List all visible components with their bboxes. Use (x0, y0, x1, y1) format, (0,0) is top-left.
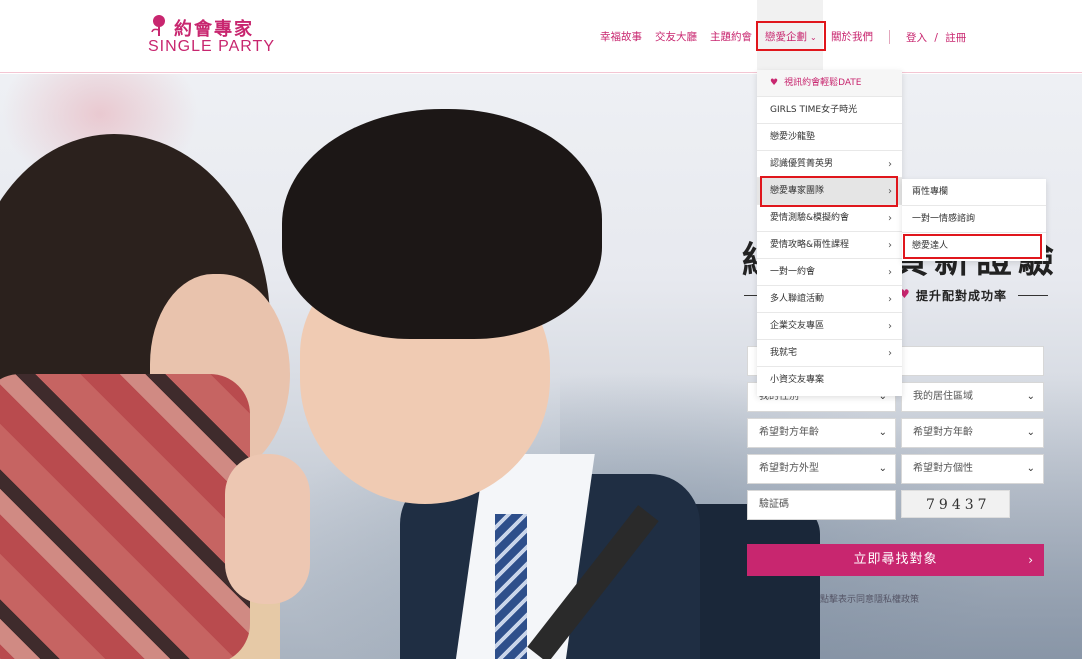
privacy-notice[interactable]: 點擊表示同意隱私權政策 (820, 592, 919, 605)
menu-item-homebody[interactable]: 我就宅 › (757, 340, 902, 367)
menu-item-video-date[interactable]: ♥ 視訊約會輕鬆DATE (757, 70, 902, 97)
man-tie (495, 514, 527, 659)
pref-personality-select[interactable]: 希望對方個性 ⌄ (901, 454, 1044, 484)
menu-item-label: 戀愛沙龍塾 (770, 132, 816, 142)
logo-english-text: SINGLE PARTY (148, 38, 275, 55)
woman-hands (225, 454, 310, 604)
annotation-box-submenu (903, 234, 1042, 259)
chevron-down-icon: ⌄ (1026, 427, 1035, 438)
menu-item-group-events[interactable]: 多人聯誼活動 › (757, 286, 902, 313)
pref-look-label: 希望對方外型 (759, 463, 819, 474)
search-submit-button[interactable]: 立即尋找對象 › (747, 544, 1044, 576)
chevron-right-icon: › (888, 213, 892, 224)
menu-item-label: 一對一約會 (770, 267, 816, 277)
woman-scarf (0, 374, 250, 659)
nav-theme-dating[interactable]: 主題約會 (710, 29, 752, 44)
chevron-right-icon: › (888, 348, 892, 359)
nav-dating-lobby[interactable]: 交友大廳 (655, 29, 697, 44)
pref-age-select-2[interactable]: 希望對方年齡 ⌄ (901, 418, 1044, 448)
menu-item-budget-dating[interactable]: 小資交友專案 (757, 367, 902, 394)
chevron-right-icon: › (888, 294, 892, 305)
my-area-select[interactable]: 我的居住區域 ⌄ (901, 382, 1044, 412)
menu-item-label: GIRLS TIME女子時光 (770, 105, 858, 115)
menu-item-label: 視訊約會輕鬆DATE (784, 78, 862, 88)
captcha-input[interactable]: 驗証碼 (747, 490, 896, 520)
chevron-down-icon: ⌄ (878, 463, 887, 474)
pref-age-select-1[interactable]: 希望對方年齡 ⌄ (747, 418, 896, 448)
menu-item-label: 小資交友專案 (770, 375, 825, 385)
submenu-item-gender-column[interactable]: 兩性專欄 (902, 179, 1046, 206)
auth-slash: / (934, 32, 938, 44)
menu-item-love-test[interactable]: 愛情測驗&模擬約會 › (757, 205, 902, 232)
hero-subheading: 提升配對成功率 (916, 289, 1008, 303)
nav-about-us[interactable]: 關於我們 (831, 29, 873, 44)
chevron-right-icon: › (1028, 553, 1034, 567)
menu-item-label: 我就宅 (770, 348, 798, 358)
chevron-right-icon: › (888, 321, 892, 332)
pref-age-label-1: 希望對方年齡 (759, 427, 819, 438)
annotation-box-menu (760, 176, 898, 207)
menu-item-love-salon[interactable]: 戀愛沙龍塾 (757, 124, 902, 151)
submenu-item-counseling[interactable]: 一對一情感諮詢 (902, 206, 1046, 233)
chevron-right-icon: › (888, 159, 892, 170)
site-header: 約會專家 SINGLE PARTY 幸福故事 交友大廳 主題約會 戀愛企劃 ⌄ 關… (0, 0, 1082, 73)
annotation-box-nav (756, 21, 826, 51)
menu-item-elite-men[interactable]: 認識優質菁英男 › (757, 151, 902, 178)
nav-happy-stories[interactable]: 幸福故事 (600, 29, 642, 44)
pref-look-select[interactable]: 希望對方外型 ⌄ (747, 454, 896, 484)
nav-divider (889, 30, 890, 44)
subheading-line-right (1018, 295, 1048, 296)
captcha-image[interactable]: 79437 (901, 490, 1010, 518)
menu-item-girls-time[interactable]: GIRLS TIME女子時光 (757, 97, 902, 124)
chevron-down-icon: ⌄ (1026, 463, 1035, 474)
pref-personality-label: 希望對方個性 (913, 463, 973, 474)
auth-links: 登入 / 註冊 (906, 30, 966, 45)
menu-item-enterprise[interactable]: 企業交友專區 › (757, 313, 902, 340)
menu-item-label: 愛情攻略&兩性課程 (770, 240, 850, 250)
my-area-label: 我的居住區域 (913, 391, 973, 402)
man-hair (282, 109, 602, 339)
submit-label: 立即尋找對象 (853, 552, 938, 567)
chevron-down-icon: ⌄ (878, 427, 887, 438)
login-link[interactable]: 登入 (906, 32, 927, 44)
menu-item-label: 企業交友專區 (770, 321, 825, 331)
rose-logo-icon (151, 15, 165, 36)
heart-icon: ♥ (770, 78, 779, 88)
logo[interactable]: 約會專家 SINGLE PARTY (148, 12, 278, 60)
register-link[interactable]: 註冊 (945, 32, 966, 44)
love-planning-dropdown: ♥ 視訊約會輕鬆DATE GIRLS TIME女子時光 戀愛沙龍塾 認識優質菁英男… (757, 70, 902, 396)
menu-item-label: 愛情測驗&模擬約會 (770, 213, 850, 223)
chevron-down-icon: ⌄ (1026, 391, 1035, 402)
menu-item-one-on-one[interactable]: 一對一約會 › (757, 259, 902, 286)
menu-item-label: 認識優質菁英男 (770, 159, 834, 169)
menu-item-courses[interactable]: 愛情攻略&兩性課程 › (757, 232, 902, 259)
pref-age-label-2: 希望對方年齡 (913, 427, 973, 438)
menu-item-label: 多人聯誼活動 (770, 294, 825, 304)
chevron-right-icon: › (888, 240, 892, 251)
chevron-right-icon: › (888, 267, 892, 278)
